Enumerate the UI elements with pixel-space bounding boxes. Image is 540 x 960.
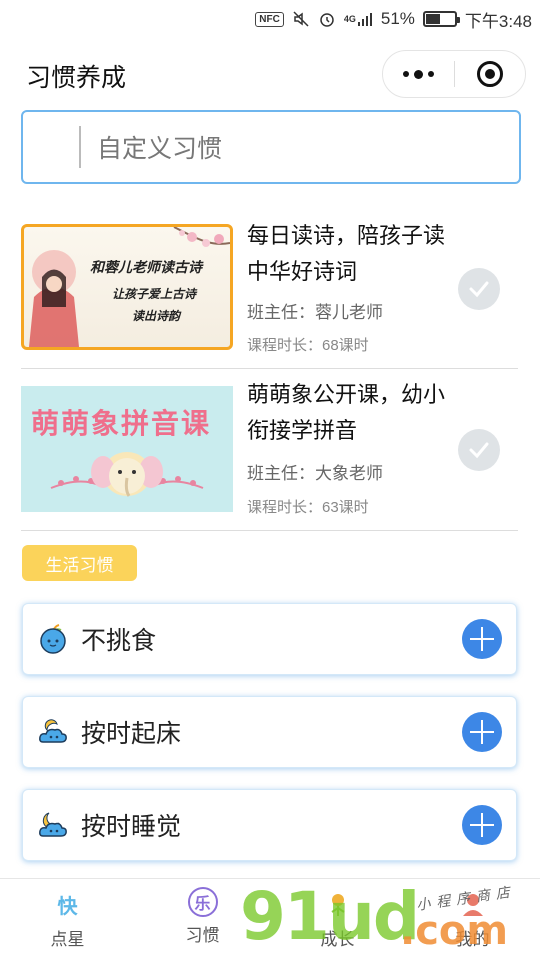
status-bar: NFC 4G 51% 下午3:48 [0, 0, 540, 38]
check-icon [469, 281, 489, 298]
tab-xiguan[interactable]: 乐 习惯 [135, 879, 270, 960]
input-cursor-bar [79, 126, 81, 168]
thumb-title: 和蓉儿老师读古诗 [90, 260, 202, 276]
network-type-label: 4G [343, 14, 356, 24]
more-dots-icon [402, 69, 434, 79]
mini-program-capsule [382, 50, 526, 98]
alarm-icon [318, 10, 336, 28]
course-title: 萌萌象公开课，幼小衔接学拼音 [247, 382, 446, 443]
target-circle-icon [476, 61, 503, 87]
add-habit-button[interactable] [462, 619, 502, 659]
battery-percent: 51% [380, 9, 415, 28]
cloud-sun-icon [39, 719, 67, 743]
habit-tab-icon: 乐 [187, 887, 218, 917]
add-habit-button[interactable] [462, 805, 502, 845]
section-tag-life-habits[interactable]: 生活习惯 [22, 545, 137, 581]
course-teacher: 班主任：大象老师 [247, 464, 383, 483]
bottom-tab-bar: 快 点星 乐 习惯 成长 我的 [0, 878, 540, 960]
battery-icon [422, 11, 460, 27]
course-thumbnail: 萌萌象拼音课 [21, 386, 233, 512]
tab-label: 习惯 [185, 926, 220, 945]
nfc-indicator: NFC [255, 11, 284, 27]
tab-label: 成长 [320, 930, 355, 949]
habit-card[interactable]: 不挑食 [22, 603, 517, 675]
add-habit-button[interactable] [462, 712, 502, 752]
close-button[interactable] [455, 51, 526, 97]
check-icon [469, 442, 489, 459]
tab-chengzhang[interactable]: 成长 [270, 879, 405, 960]
habit-label: 按时睡觉 [81, 813, 182, 841]
habit-card[interactable]: 按时睡觉 [22, 789, 517, 861]
apple-icon [40, 624, 66, 654]
habit-label: 不挑食 [81, 627, 157, 655]
course-thumbnail: 和蓉儿老师读古诗 让孩子爱上古诗 读出诗韵 [21, 224, 233, 350]
elephant-illustration [50, 452, 204, 497]
tab-dianxing[interactable]: 快 点星 [0, 879, 135, 960]
thumb-subtitle: 让孩子爱上古诗 [112, 287, 197, 301]
cloud-moon-icon [39, 812, 67, 837]
habit-label: 按时起床 [81, 720, 182, 748]
course-card[interactable]: 萌萌象拼音课 萌萌象公开课，幼小衔接学拼音 班主任：大象老师 课程时长：63课时 [21, 369, 518, 531]
custom-habit-input[interactable]: 自定义习惯 [21, 110, 521, 184]
course-duration: 课程时长：63课时 [247, 499, 369, 516]
page-title: 习惯养成 [26, 64, 127, 92]
growth-tab-icon [321, 887, 355, 921]
tab-label: 我的 [455, 930, 490, 949]
clock-time: 下午3:48 [464, 11, 532, 31]
thumb-subtitle-2: 读出诗韵 [132, 309, 181, 323]
habit-card[interactable]: 按时起床 [22, 696, 517, 768]
course-title: 每日读诗，陪孩子读中华好诗词 [247, 223, 446, 284]
star-tab-icon: 快 [57, 895, 78, 918]
tab-wode[interactable]: 我的 [405, 879, 540, 960]
course-teacher: 班主任：蓉儿老师 [247, 303, 383, 322]
enroll-check-button[interactable] [458, 268, 500, 310]
course-duration: 课程时长：68课时 [247, 337, 369, 354]
signal-icon: 4G [344, 11, 373, 27]
nav-header: 习惯养成 [0, 38, 540, 108]
thumb-title: 萌萌象拼音课 [31, 408, 212, 439]
tab-label: 点星 [50, 930, 85, 949]
custom-habit-placeholder: 自定义习惯 [97, 135, 223, 163]
mute-icon [292, 10, 310, 28]
battery-fill [425, 14, 441, 24]
course-card[interactable]: 和蓉儿老师读古诗 让孩子爱上古诗 读出诗韵 每日读诗，陪孩子读中华好诗词 班主任… [21, 222, 518, 369]
profile-tab-icon [456, 887, 490, 921]
enroll-check-button[interactable] [458, 429, 500, 471]
more-button[interactable] [383, 51, 454, 97]
